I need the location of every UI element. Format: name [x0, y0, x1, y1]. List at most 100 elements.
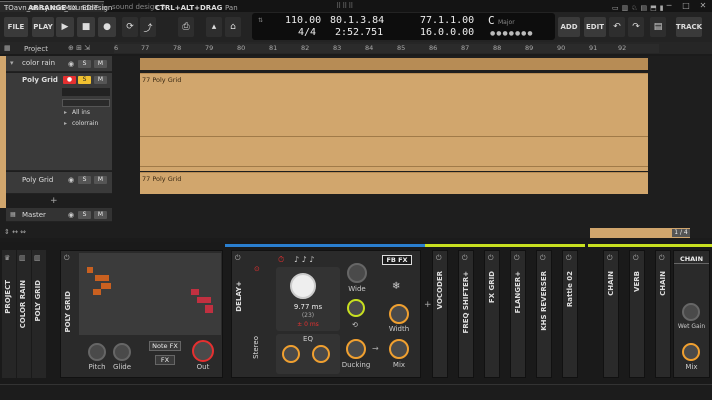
timeline-ruler[interactable]: 6 77 78 79 80 81 82 83 84 85 86 87 88 89…: [114, 44, 659, 53]
menu-icon[interactable]: ≡: [102, 4, 108, 12]
device-khs-reverser[interactable]: ⏻ KHS REVERSER: [536, 250, 552, 378]
chain-color-rain[interactable]: ▥ COLOR RAIN: [17, 250, 31, 378]
device-flanger[interactable]: ⏻ FLANGER+: [510, 250, 526, 378]
mute-button[interactable]: M: [94, 211, 107, 219]
power-icon[interactable]: ⏻: [540, 254, 546, 263]
position-time[interactable]: 2:52.751: [335, 27, 383, 38]
device-delay-plus[interactable]: ⏻ DELAY+ Stereo ⊙ ⏱ ♪ ♪ ♪ 9.77 ms (23) ±…: [231, 250, 421, 378]
timer-icon[interactable]: ⏱: [278, 255, 284, 265]
pan-slider[interactable]: [62, 99, 110, 107]
layout-icon[interactable]: ⁝: [6, 4, 8, 12]
automation-icon[interactable]: ⤴: [140, 17, 156, 37]
key-root[interactable]: C: [488, 14, 495, 27]
solo-button[interactable]: S: [78, 176, 91, 184]
glide-knob[interactable]: [113, 343, 131, 361]
mix-knob[interactable]: [389, 339, 409, 359]
freeze-icon[interactable]: ❄: [392, 281, 400, 292]
device-freq-shifter[interactable]: ⏻ FREQ SHIFTER+: [458, 250, 474, 378]
record-icon[interactable]: ●: [98, 17, 116, 37]
loop-icon[interactable]: ⟳: [122, 17, 138, 37]
redo-icon[interactable]: ↷: [628, 17, 644, 37]
volume-fader[interactable]: [62, 88, 110, 96]
device-poly-grid[interactable]: ⏻ POLY GRID Pitch Glide Note FX FX Out: [60, 250, 223, 378]
note-fx-button[interactable]: Note FX: [149, 341, 181, 351]
file-button[interactable]: FILE: [4, 17, 28, 37]
device-chain-1[interactable]: ⏻ CHAIN: [603, 250, 619, 378]
ducking-knob[interactable]: [346, 339, 366, 359]
track-name[interactable]: Poly Grid: [22, 76, 58, 84]
tempo-nudge-icon[interactable]: ⇅: [258, 17, 268, 25]
input-select[interactable]: All ins: [72, 109, 110, 116]
group-clip-summary[interactable]: [140, 58, 648, 70]
key-mode[interactable]: Major: [498, 19, 515, 26]
power-icon[interactable]: ⏻: [566, 254, 572, 263]
mute-button[interactable]: M: [94, 60, 107, 68]
device-vocoder[interactable]: ⏻ VOCODER: [432, 250, 448, 378]
play-menu-button[interactable]: PLAY: [32, 17, 54, 37]
track-name[interactable]: Master: [22, 211, 46, 219]
tempo-value[interactable]: 110.00: [285, 15, 321, 26]
undo-icon[interactable]: ↶: [609, 17, 625, 37]
eq-low-knob[interactable]: [282, 345, 300, 363]
zoom-tools-icon[interactable]: ⇕ ↔ ⇔: [4, 228, 26, 236]
pitch-knob[interactable]: [88, 343, 106, 361]
arrange-view-button[interactable]: ARRANGE: [28, 4, 66, 12]
solo-button[interactable]: S: [78, 76, 91, 84]
wet-gain-knob[interactable]: [682, 303, 700, 321]
wide-knob[interactable]: [347, 263, 367, 283]
monitor-icon[interactable]: ◉: [68, 60, 74, 68]
page-indicator[interactable]: 1 / 4: [672, 229, 690, 237]
power-icon[interactable]: ⏻: [514, 254, 520, 263]
track-name[interactable]: Poly Grid: [22, 176, 53, 184]
printer-icon[interactable]: ⎙: [178, 17, 194, 37]
mute-button[interactable]: M: [94, 176, 107, 184]
project-label[interactable]: Project: [24, 45, 48, 53]
loop-start[interactable]: 77.1.1.00: [420, 15, 474, 26]
track-header-color-rain[interactable]: ▾ color rain ◉ S M: [6, 56, 112, 72]
device-chain-2[interactable]: ⏻ CHAIN: [655, 250, 671, 378]
add-device-icon[interactable]: +: [424, 300, 432, 310]
sync-icon[interactable]: ⊙: [254, 265, 260, 273]
track-tools-icon[interactable]: ⊕ ⊞ ⇲: [68, 44, 90, 52]
track-header-master[interactable]: ▦ Master ◉ S M: [6, 208, 112, 222]
metronome-icon[interactable]: ▴: [206, 17, 222, 37]
output-select[interactable]: colorrain: [72, 120, 110, 127]
feedback-knob[interactable]: [347, 299, 365, 317]
track-button[interactable]: TRACK: [676, 17, 702, 37]
out-knob[interactable]: [192, 340, 214, 362]
add-button[interactable]: ADD: [558, 17, 580, 37]
power-icon[interactable]: ⏻: [235, 254, 241, 263]
mix-view-button[interactable]: MIX: [64, 4, 77, 12]
chain-mix-knob[interactable]: [682, 343, 700, 361]
record-arm-button[interactable]: ●: [63, 76, 76, 84]
fx-button[interactable]: FX: [155, 355, 175, 365]
edit-button[interactable]: EDIT: [584, 17, 606, 37]
power-icon[interactable]: ⏻: [607, 254, 613, 263]
project-menu-icon[interactable]: ▦: [4, 44, 11, 52]
edit-view-button[interactable]: EDIT: [82, 4, 98, 12]
power-icon[interactable]: ⏻: [633, 254, 639, 263]
clip-poly-grid[interactable]: 77 Poly Grid: [140, 73, 648, 171]
track-header-poly-grid-2[interactable]: Poly Grid ◉ S M: [6, 172, 112, 194]
panels-icon[interactable]: ▤: [650, 17, 666, 37]
time-knob[interactable]: [290, 273, 316, 299]
track-header-poly-grid[interactable]: Poly Grid ● S M ▸ All ins ▸ colorrain: [6, 73, 112, 171]
maximize-icon[interactable]: □: [679, 1, 693, 11]
loop-length[interactable]: 16.0.0.00: [420, 27, 474, 38]
stop-icon[interactable]: ■: [77, 17, 95, 37]
fb-fx-button[interactable]: FB FX: [382, 255, 412, 265]
chain-poly-grid[interactable]: ▥ POLY GRID: [32, 250, 46, 378]
drag-grip-icon[interactable]: ⠿⠿⠿: [336, 2, 376, 10]
track-name[interactable]: color rain: [22, 59, 55, 67]
mute-button[interactable]: M: [94, 76, 107, 84]
panel-toggle-icons[interactable]: ▭▥♘▤⬒▮: [612, 4, 667, 12]
collapse-icon[interactable]: ▾: [10, 59, 14, 67]
device-verb[interactable]: ⏻ VERB: [629, 250, 645, 378]
clip-poly-grid-2[interactable]: 77 Poly Grid: [140, 172, 648, 194]
solo-button[interactable]: S: [78, 60, 91, 68]
time-signature[interactable]: 4/4: [298, 27, 316, 38]
power-icon[interactable]: ⏻: [488, 254, 494, 263]
width-knob[interactable]: [389, 304, 409, 324]
device-rattle[interactable]: ⏻ Rattle 02: [562, 250, 578, 378]
power-icon[interactable]: ⏻: [462, 254, 468, 263]
